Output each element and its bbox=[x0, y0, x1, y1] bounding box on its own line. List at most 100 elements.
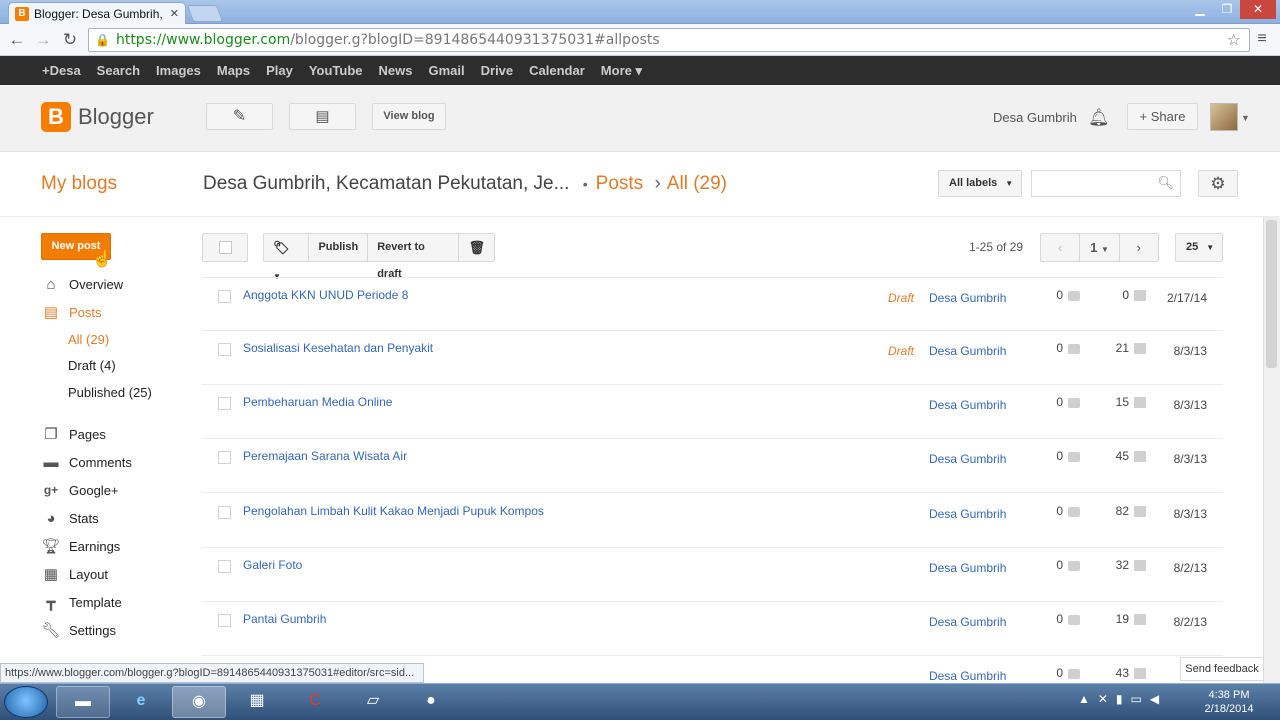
restore-icon[interactable]: ❐ bbox=[1213, 0, 1241, 19]
post-author[interactable]: Desa Gumbrih bbox=[929, 507, 1006, 521]
clock[interactable]: 4:38 PM 2/18/2014 bbox=[1194, 688, 1264, 716]
table-row[interactable]: Peremajaan Sarana Wisata Air Desa Gumbri… bbox=[202, 439, 1223, 493]
post-author[interactable]: Desa Gumbrih bbox=[929, 398, 1006, 412]
post-title[interactable]: Pembeharuan Media Online bbox=[243, 395, 392, 409]
internet-explorer-icon[interactable]: e bbox=[114, 686, 168, 718]
send-feedback-button[interactable]: Send feedback bbox=[1180, 657, 1264, 681]
gbar-maps[interactable]: Maps bbox=[209, 63, 258, 78]
minimize-icon[interactable]: ▁ bbox=[1186, 0, 1214, 19]
system-tray-icons[interactable]: ▲✕▮▭◀ bbox=[1078, 692, 1167, 706]
sidebar-item-posts[interactable]: ▤ Posts bbox=[41, 302, 102, 322]
gbar-images[interactable]: Images bbox=[148, 63, 209, 78]
revert-to-draft-button[interactable]: Revert to draft bbox=[368, 234, 460, 280]
table-row[interactable]: Sosialisasi Kesehatan dan Penyakit Draft… bbox=[202, 331, 1223, 385]
scrollbar-thumb[interactable] bbox=[1266, 220, 1277, 368]
close-tab-icon[interactable]: ✕ bbox=[170, 7, 179, 20]
gbar-plus[interactable]: +Desa bbox=[34, 63, 89, 78]
view-blog-button[interactable]: View blog bbox=[372, 103, 446, 130]
row-checkbox[interactable] bbox=[218, 343, 231, 356]
publish-button[interactable]: Publish bbox=[309, 234, 369, 261]
gbar-youtube[interactable]: YouTube bbox=[301, 63, 371, 78]
address-bar[interactable]: 🔒 https://www.blogger.com/blogger.g?blog… bbox=[88, 28, 1250, 52]
posts-crumb[interactable]: Posts bbox=[596, 173, 644, 194]
new-tab-button[interactable] bbox=[186, 5, 224, 22]
avatar[interactable] bbox=[1210, 103, 1238, 131]
post-author[interactable]: Desa Gumbrih bbox=[929, 561, 1006, 575]
post-title[interactable]: Peremajaan Sarana Wisata Air bbox=[243, 449, 407, 463]
my-blogs-link[interactable]: My blogs bbox=[41, 173, 117, 195]
sidebar-sub-draft[interactable]: Draft (4) bbox=[68, 358, 116, 373]
label-dropdown[interactable]: 🏷︎ ▼ bbox=[264, 234, 310, 281]
blogger-logo[interactable]: B Blogger bbox=[41, 102, 154, 132]
back-icon[interactable]: ← bbox=[6, 30, 28, 50]
sidebar-item-template[interactable]: ┳ Template bbox=[41, 592, 121, 612]
post-author[interactable]: Desa Gumbrih bbox=[929, 344, 1006, 358]
windows-start-icon[interactable] bbox=[4, 686, 48, 718]
media-player-icon[interactable]: ▦ bbox=[230, 686, 284, 718]
sidebar-item-google-plus[interactable]: g+ Google+ bbox=[41, 480, 119, 500]
table-row[interactable]: Galeri Foto Desa Gumbrih 0 32 8/2/13 bbox=[202, 548, 1223, 602]
chevron-down-icon[interactable]: ▼ bbox=[1241, 113, 1250, 123]
sidebar-item-comments[interactable]: ▬ Comments bbox=[41, 452, 132, 472]
trash-icon[interactable]: 🗑︎ bbox=[459, 234, 494, 261]
obs-icon[interactable]: ● bbox=[404, 686, 458, 718]
post-author[interactable]: Desa Gumbrih bbox=[929, 291, 1006, 305]
post-title[interactable]: Sosialisasi Kesehatan dan Penyakit bbox=[243, 341, 433, 355]
app-window-icon[interactable]: ▱ bbox=[346, 686, 400, 718]
gbar-calendar[interactable]: Calendar bbox=[521, 63, 593, 78]
gear-icon[interactable]: ⚙ bbox=[1198, 170, 1238, 197]
sidebar-item-stats[interactable]: ◕ Stats bbox=[41, 508, 98, 528]
posts-list-button[interactable]: ▤ bbox=[289, 103, 356, 130]
sidebar-item-settings[interactable]: 🔧︎ Settings bbox=[41, 620, 116, 640]
row-checkbox[interactable] bbox=[218, 560, 231, 573]
new-post-pencil-button[interactable]: ✎ bbox=[206, 103, 273, 130]
row-checkbox[interactable] bbox=[218, 614, 231, 627]
all-labels-dropdown[interactable]: All labels ▼ bbox=[938, 170, 1022, 197]
share-button[interactable]: + Share bbox=[1127, 103, 1198, 130]
sidebar-item-layout[interactable]: ▦ Layout bbox=[41, 564, 108, 584]
chrome-icon[interactable]: ◉ bbox=[172, 686, 226, 718]
per-page-select[interactable]: 25 ▼ bbox=[1175, 233, 1223, 262]
table-row[interactable]: Pengolahan Limbah Kulit Kakao Menjadi Pu… bbox=[202, 494, 1223, 548]
bell-icon[interactable]: 🔔︎ bbox=[1088, 108, 1110, 128]
bookmark-star-icon[interactable]: ☆ bbox=[1227, 30, 1241, 49]
gbar-more[interactable]: More ▾ bbox=[593, 63, 650, 79]
gbar-drive[interactable]: Drive bbox=[473, 63, 522, 78]
post-title[interactable]: Pengolahan Limbah Kulit Kakao Menjadi Pu… bbox=[243, 504, 544, 518]
gbar-search[interactable]: Search bbox=[89, 63, 148, 78]
search-input[interactable]: 🔍︎ bbox=[1031, 170, 1181, 197]
post-author[interactable]: Desa Gumbrih bbox=[929, 452, 1006, 466]
sidebar-sub-published[interactable]: Published (25) bbox=[68, 385, 152, 400]
row-checkbox[interactable] bbox=[218, 506, 231, 519]
sidebar-sub-all[interactable]: All (29) bbox=[68, 332, 109, 347]
gbar-gmail[interactable]: Gmail bbox=[421, 63, 473, 78]
close-window-icon[interactable]: ✕ bbox=[1240, 0, 1276, 19]
sidebar-item-pages[interactable]: ❐ Pages bbox=[41, 424, 106, 444]
chevron-right-icon[interactable]: › bbox=[1120, 234, 1158, 261]
post-author[interactable]: Desa Gumbrih bbox=[929, 669, 1006, 683]
file-explorer-icon[interactable]: ▬ bbox=[56, 686, 110, 718]
row-checkbox[interactable] bbox=[218, 451, 231, 464]
post-title[interactable]: Anggota KKN UNUD Periode 8 bbox=[243, 288, 408, 302]
table-row[interactable]: Pembeharuan Media Online Desa Gumbrih 0 … bbox=[202, 385, 1223, 439]
page-select[interactable]: 1 ▼ bbox=[1080, 234, 1120, 261]
table-row[interactable]: Pantai Gumbrih Desa Gumbrih 0 19 8/2/13 bbox=[202, 602, 1223, 656]
browser-tab[interactable]: B Blogger: Desa Gumbrih, Kecamatan Pekut… bbox=[8, 2, 186, 24]
post-title[interactable]: Galeri Foto bbox=[243, 558, 302, 572]
row-checkbox[interactable] bbox=[218, 397, 231, 410]
post-author[interactable]: Desa Gumbrih bbox=[929, 615, 1006, 629]
gbar-news[interactable]: News bbox=[371, 63, 421, 78]
forward-icon[interactable]: → bbox=[32, 30, 54, 50]
gbar-play[interactable]: Play bbox=[258, 63, 301, 78]
chevron-left-icon[interactable]: ‹ bbox=[1041, 234, 1081, 261]
post-title[interactable]: Pantai Gumbrih bbox=[243, 612, 326, 626]
reload-icon[interactable]: ↻ bbox=[59, 30, 81, 50]
user-name[interactable]: Desa Gumbrih bbox=[993, 110, 1077, 125]
sidebar-item-earnings[interactable]: 🏆︎ Earnings bbox=[41, 536, 120, 556]
blog-name-link[interactable]: Desa Gumbrih, Kecamatan Pekutatan, Je... bbox=[203, 173, 569, 194]
browser-menu-icon[interactable]: ≡ bbox=[1252, 30, 1272, 50]
row-checkbox[interactable] bbox=[218, 290, 231, 303]
table-row[interactable]: Anggota KKN UNUD Periode 8 Draft Desa Gu… bbox=[202, 277, 1223, 331]
select-all-checkbox[interactable] bbox=[202, 233, 248, 262]
app-c-icon[interactable]: C bbox=[288, 686, 342, 718]
